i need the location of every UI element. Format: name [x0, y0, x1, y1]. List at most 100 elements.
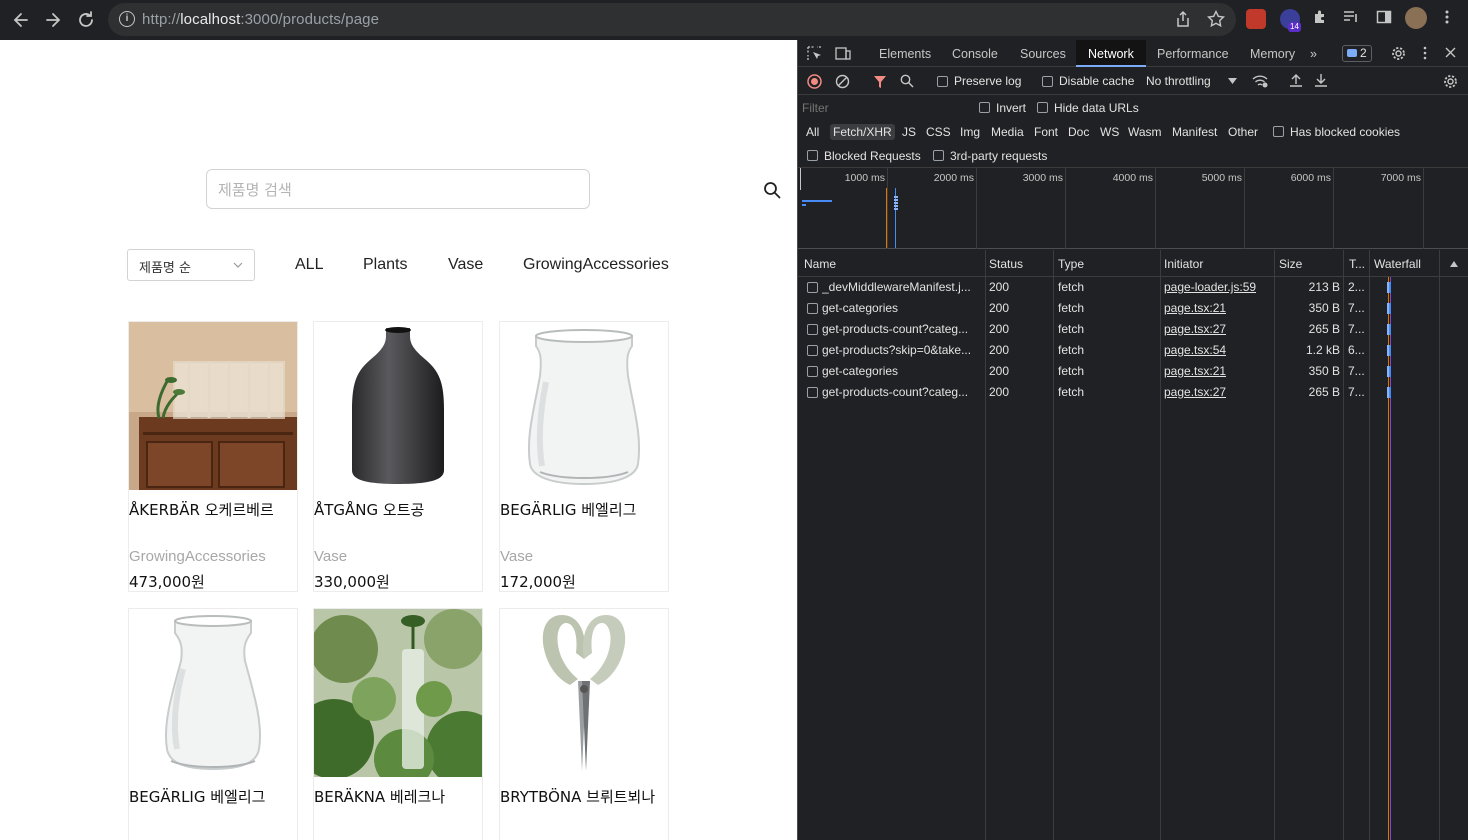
devtools-tab-console[interactable]: Console — [952, 47, 998, 61]
row-select-checkbox[interactable] — [807, 282, 818, 293]
product-card[interactable]: BERÄKNA 베레크나 — [313, 608, 483, 840]
product-name[interactable]: BRYTBÖNA 브뤼트뵈나 — [500, 786, 655, 807]
row-select-checkbox[interactable] — [807, 366, 818, 377]
type-filter-wasm[interactable]: Wasm — [1125, 124, 1165, 140]
product-card[interactable]: BEGÄRLIG 베엘리그 — [128, 608, 298, 840]
request-initiator-link[interactable]: page.tsx:27 — [1164, 385, 1226, 399]
product-name[interactable]: ÅTGÅNG 오트공 — [314, 499, 424, 520]
table-row[interactable]: get-categories 200 fetch page.tsx:21 350 B 7.… — [798, 298, 1468, 319]
preserve-log-checkbox[interactable] — [937, 76, 948, 87]
category-tab-growing-accessories[interactable]: GrowingAccessories — [523, 256, 669, 274]
col-header-name[interactable]: Name — [804, 257, 836, 271]
forward-arrow-icon[interactable] — [42, 9, 64, 31]
sort-select[interactable]: 제품명 순 — [127, 249, 255, 281]
row-select-checkbox[interactable] — [807, 324, 818, 335]
type-filter-other[interactable]: Other — [1225, 124, 1261, 140]
devtools-tab-sources[interactable]: Sources — [1020, 47, 1066, 61]
col-header-size[interactable]: Size — [1279, 257, 1302, 271]
media-list-icon[interactable] — [1343, 9, 1359, 30]
product-card[interactable]: ÅKERBÄR 오케르베르 GrowingAccessories 473,000… — [128, 321, 298, 592]
col-header-initiator[interactable]: Initiator — [1164, 257, 1203, 271]
profile-avatar[interactable] — [1405, 7, 1427, 29]
table-row[interactable]: get-categories 200 fetch page.tsx:21 350 B 7.… — [798, 361, 1468, 382]
export-har-download-icon[interactable] — [1314, 73, 1328, 88]
devtools-tab-performance[interactable]: Performance — [1157, 47, 1229, 61]
request-name[interactable]: get-products-count?categ... — [822, 322, 982, 336]
type-filter-all[interactable]: All — [803, 124, 822, 140]
device-toolbar-icon[interactable] — [835, 46, 851, 61]
inspect-element-icon[interactable] — [807, 46, 822, 61]
request-name[interactable]: get-categories — [822, 301, 982, 315]
search-icon[interactable] — [763, 181, 781, 199]
request-name[interactable]: get-products?skip=0&take... — [822, 343, 982, 357]
type-filter-manifest[interactable]: Manifest — [1169, 124, 1220, 140]
product-image-shelf[interactable] — [129, 322, 297, 490]
request-initiator-link[interactable]: page.tsx:21 — [1164, 364, 1226, 378]
back-arrow-icon[interactable] — [10, 9, 32, 31]
type-filter-img[interactable]: Img — [957, 124, 983, 140]
settings-gear-icon[interactable] — [1391, 46, 1406, 61]
product-name[interactable]: BEGÄRLIG 베엘리그 — [129, 786, 265, 807]
side-panel-icon[interactable] — [1376, 9, 1392, 30]
record-stop-icon[interactable] — [807, 74, 822, 89]
share-icon[interactable] — [1175, 10, 1191, 33]
product-image-glass-jar[interactable] — [500, 322, 668, 490]
devtools-tab-network[interactable]: Network — [1076, 40, 1146, 67]
request-initiator-link[interactable]: page.tsx:27 — [1164, 322, 1226, 336]
blocked-requests-checkbox[interactable] — [807, 150, 818, 161]
col-header-status[interactable]: Status — [989, 257, 1023, 271]
search-icon[interactable] — [900, 74, 914, 88]
row-select-checkbox[interactable] — [807, 345, 818, 356]
import-har-upload-icon[interactable] — [1289, 73, 1303, 88]
reload-icon[interactable] — [75, 9, 97, 31]
type-filter-ws[interactable]: WS — [1097, 124, 1122, 140]
devtools-tab-elements[interactable]: Elements — [879, 47, 931, 61]
request-initiator-link[interactable]: page.tsx:21 — [1164, 301, 1226, 315]
col-header-time[interactable]: T... — [1349, 257, 1365, 271]
product-card[interactable]: ÅTGÅNG 오트공 Vase 330,000원 — [313, 321, 483, 592]
category-tab-all[interactable]: ALL — [295, 256, 323, 274]
table-row[interactable]: get-products?skip=0&take... 200 fetch page.… — [798, 340, 1468, 361]
request-initiator-link[interactable]: page.tsx:54 — [1164, 343, 1226, 357]
invert-checkbox[interactable] — [979, 102, 990, 113]
devtools-tab-memory[interactable]: Memory — [1250, 47, 1295, 61]
clear-icon[interactable] — [835, 74, 850, 89]
devtools-kebab-icon[interactable] — [1423, 46, 1427, 60]
issues-button[interactable]: 2 — [1342, 45, 1372, 62]
product-card[interactable]: BEGÄRLIG 베엘리그 Vase 172,000원 — [499, 321, 669, 592]
product-image-dark-vase[interactable] — [314, 322, 482, 490]
product-card[interactable]: BRYTBÖNA 브뤼트뵈나 — [499, 608, 669, 840]
network-overview-timeline[interactable]: 1000 ms 2000 ms 3000 ms 4000 ms 5000 ms … — [798, 168, 1468, 249]
third-party-checkbox[interactable] — [933, 150, 944, 161]
request-name[interactable]: _devMiddlewareManifest.j... — [822, 280, 982, 294]
request-name[interactable]: get-categories — [822, 364, 982, 378]
table-row[interactable]: get-products-count?categ... 200 fetch page.… — [798, 382, 1468, 403]
table-row[interactable]: get-products-count?categ... 200 fetch page.… — [798, 319, 1468, 340]
product-image-plant[interactable] — [314, 609, 482, 777]
has-blocked-cookies-checkbox[interactable] — [1273, 126, 1284, 137]
col-header-type[interactable]: Type — [1058, 257, 1084, 271]
type-filter-font[interactable]: Font — [1031, 124, 1061, 140]
close-icon[interactable] — [1445, 47, 1456, 58]
type-filter-css[interactable]: CSS — [923, 124, 954, 140]
product-image-glass-jar-tall[interactable] — [129, 609, 297, 777]
col-header-waterfall[interactable]: Waterfall — [1374, 257, 1421, 271]
type-filter-fetch-xhr[interactable]: Fetch/XHR — [830, 124, 895, 140]
product-name[interactable]: BERÄKNA 베레크나 — [314, 786, 445, 807]
filter-funnel-icon[interactable] — [873, 74, 887, 89]
request-initiator-link[interactable]: page-loader.js:59 — [1164, 280, 1256, 294]
filter-input[interactable] — [802, 99, 962, 117]
disable-cache-checkbox[interactable] — [1042, 76, 1053, 87]
category-tab-vase[interactable]: Vase — [448, 256, 483, 274]
caret-down-icon[interactable] — [1228, 78, 1237, 84]
row-select-checkbox[interactable] — [807, 303, 818, 314]
product-name[interactable]: ÅKERBÄR 오케르베르 — [129, 499, 274, 520]
product-image-scissors[interactable] — [500, 609, 668, 777]
bookmark-star-icon[interactable] — [1206, 9, 1226, 33]
puzzle-extensions-icon[interactable] — [1312, 9, 1328, 30]
network-conditions-wifi-icon[interactable] — [1252, 74, 1268, 88]
search-input[interactable] — [218, 179, 548, 201]
type-filter-media[interactable]: Media — [988, 124, 1027, 140]
kebab-menu-icon[interactable] — [1444, 9, 1450, 30]
type-filter-doc[interactable]: Doc — [1065, 124, 1092, 140]
